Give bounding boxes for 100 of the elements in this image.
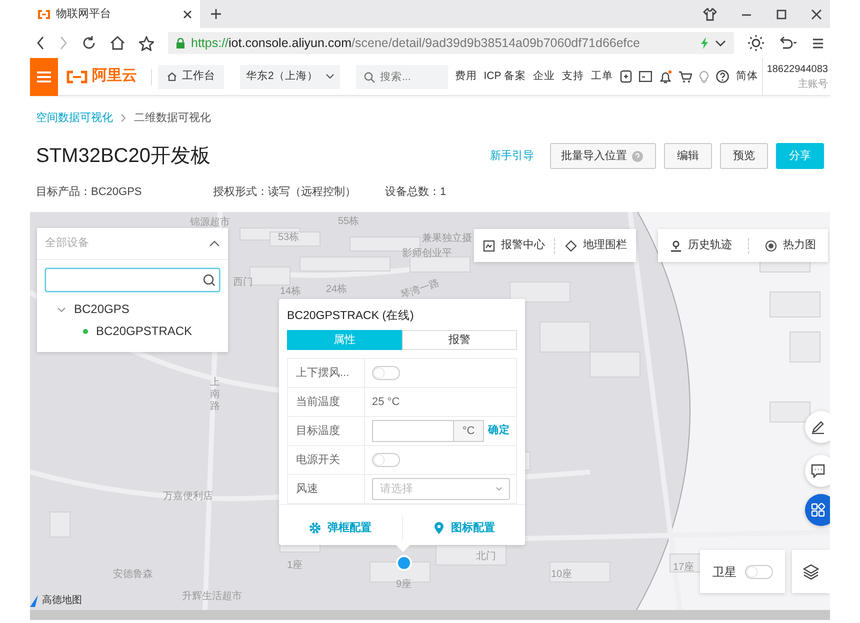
logo-icon <box>38 10 50 18</box>
map-label: 17座 <box>673 560 694 575</box>
info-text: 设备总数：1 <box>385 184 448 200</box>
header-link[interactable]: 工单 <box>591 68 613 84</box>
lock-icon <box>176 38 185 48</box>
chevron-down-icon[interactable] <box>57 304 66 314</box>
new-tab-icon[interactable] <box>210 8 222 20</box>
tree-node[interactable]: BC20GPS <box>74 300 130 318</box>
map-label: 北门 <box>476 550 496 564</box>
cart-icon[interactable] <box>679 70 692 82</box>
menu-icon[interactable] <box>812 38 824 48</box>
action-button[interactable]: 预览 <box>720 143 768 169</box>
map-label: 上南路 <box>210 377 220 413</box>
close-icon[interactable] <box>183 10 192 18</box>
map-label: 西门 <box>233 276 253 290</box>
toolbar-button[interactable]: 历史轨迹 <box>662 237 740 254</box>
page-title: STM32BC20开发板 <box>36 144 210 168</box>
map-label: 9座 <box>396 578 412 592</box>
app-icon[interactable] <box>620 70 632 83</box>
layers-icon <box>803 564 819 580</box>
tree-node[interactable]: BC20GPSTRACK <box>96 322 192 340</box>
brightness-icon[interactable] <box>748 35 764 51</box>
toggle-switch[interactable] <box>372 366 400 380</box>
attribution-text: 高德地图 <box>42 594 82 608</box>
device-search-field[interactable] <box>45 268 220 292</box>
toolbar-button[interactable]: 报警中心 <box>474 237 553 254</box>
property-value: 25 °C <box>372 395 400 410</box>
map-label: 琴湾一路 <box>398 276 442 304</box>
collapse-icon[interactable] <box>209 240 220 247</box>
toolbar-button[interactable]: 热力图 <box>757 237 824 254</box>
reload-icon[interactable] <box>82 36 96 50</box>
pin-icon <box>432 522 445 534</box>
bell-icon[interactable] <box>659 70 672 84</box>
alarm-icon <box>482 240 495 252</box>
star-icon[interactable] <box>139 36 154 50</box>
menu-icon <box>37 70 51 82</box>
map-label: 兼果独立摄 <box>422 232 472 246</box>
map-label: 影师创业平 <box>402 246 452 261</box>
chevron-icon <box>326 74 334 79</box>
action-button[interactable]: 编辑 <box>664 143 712 169</box>
panel-title: 全部设备 <box>45 236 89 252</box>
location-icon <box>670 240 682 252</box>
popup-title: BC20GPSTRACK (在线) <box>286 308 415 324</box>
help-icon[interactable] <box>716 70 729 83</box>
shirt-icon[interactable] <box>703 8 717 20</box>
temperature-input[interactable]: °C <box>372 420 484 442</box>
toolbar-button[interactable]: 地理围栏 <box>557 237 636 254</box>
workbench-button[interactable]: 工作台 <box>158 64 224 88</box>
breadcrumb-current: 二维数据可视化 <box>134 110 211 126</box>
logo-icon <box>66 70 88 84</box>
unit-label: °C <box>453 421 483 442</box>
map-label: 10座 <box>551 568 572 582</box>
home-icon <box>167 72 177 81</box>
property-label: 当前温度 <box>296 394 340 410</box>
info-text: 目标产品：BC20GPS <box>36 184 143 200</box>
url-text: https://iot.console.aliyun.com/scene/detail/9ad39d9b38514a09b7060df71d66efce <box>191 34 641 52</box>
account-name[interactable]: 18622944083 <box>766 62 828 76</box>
grid-icon <box>811 503 825 517</box>
popup-tab[interactable]: 报警 <box>402 330 517 350</box>
language-link[interactable]: 简体 <box>736 68 758 84</box>
chevron-icon[interactable] <box>715 40 726 46</box>
undo-icon[interactable] <box>778 36 798 50</box>
tab-title: 物联网平台 <box>56 6 111 22</box>
property-label: 电源开关 <box>296 452 340 468</box>
brand-name: 阿里云 <box>92 66 137 86</box>
home-icon[interactable] <box>110 36 125 50</box>
menu-button[interactable] <box>30 58 58 96</box>
back-icon[interactable] <box>36 36 45 50</box>
map-label: 锦源超市 <box>190 216 230 230</box>
header-link[interactable]: ICP 备案 <box>484 68 526 84</box>
map-label: 安德鲁森 <box>113 568 153 582</box>
close-icon[interactable] <box>811 8 822 20</box>
help-icon <box>632 150 643 162</box>
search-icon <box>203 274 215 286</box>
header-link[interactable]: 费用 <box>454 68 477 84</box>
header-link[interactable]: 企业 <box>533 68 555 84</box>
map-label: 24栋 <box>326 282 348 297</box>
screen-icon[interactable] <box>639 71 652 82</box>
chevron-icon <box>496 487 502 492</box>
map-label: 14栋 <box>280 284 302 299</box>
chat-icon <box>811 464 825 478</box>
edit-icon <box>811 420 825 434</box>
property-label: 目标温度 <box>296 424 340 439</box>
toggle-switch[interactable] <box>744 564 772 578</box>
maximize-icon[interactable] <box>776 8 787 20</box>
search-icon <box>364 72 375 82</box>
browser-tab[interactable]: 物联网平台 <box>30 0 200 28</box>
address-field[interactable]: https://iot.console.aliyun.com/scene/detail/9ad39d9b38514a09b7060df71d66efce <box>168 32 734 54</box>
satellite-label: 卫星 <box>712 564 736 580</box>
search-field[interactable]: 搜索... <box>356 64 448 88</box>
header-link[interactable]: 支持 <box>562 68 584 84</box>
map-label: 53栋 <box>278 230 300 245</box>
toggle-switch[interactable] <box>372 453 400 468</box>
import-button[interactable]: 批量导入位置 <box>550 143 656 169</box>
scrollbar[interactable] <box>30 610 830 620</box>
account-type: 主账号 <box>798 78 828 92</box>
target-icon <box>765 240 777 252</box>
layers-button[interactable] <box>792 550 830 593</box>
chevron-right-icon <box>121 114 126 122</box>
region-dropdown[interactable]: 华东2（上海） <box>240 64 340 88</box>
